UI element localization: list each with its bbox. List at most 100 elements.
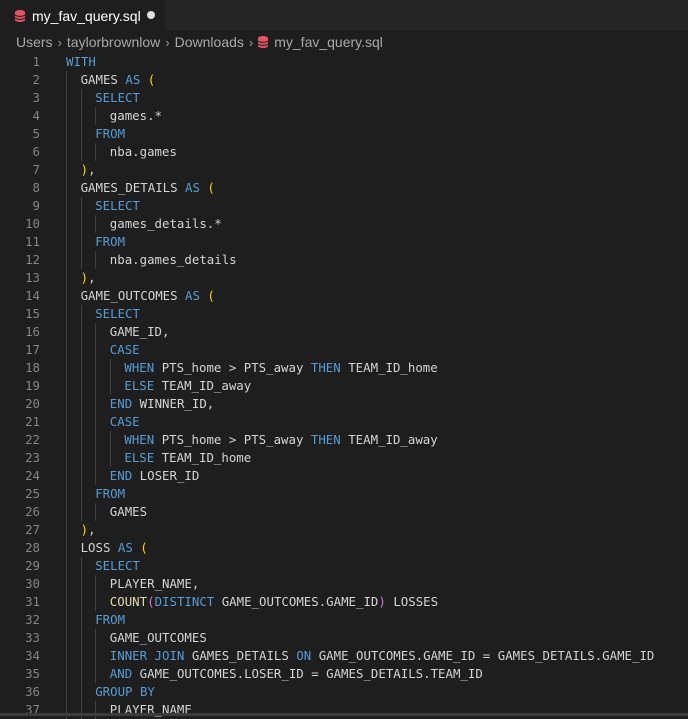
indent-guide [109, 449, 111, 467]
code-line[interactable]: 2 GAMES AS ( [0, 71, 688, 89]
code-token: CASE [109, 414, 140, 429]
code-line[interactable]: 30 PLAYER_NAME, [0, 575, 688, 593]
code-token: GAMES_DETAILS [80, 180, 186, 195]
code-token: GAME_OUTCOMES.GAME_ID = GAMES_DETAILS.GA… [311, 648, 655, 663]
indent-guide [66, 701, 67, 719]
code-line[interactable]: 11 FROM [0, 233, 688, 251]
tab-my-fav-query[interactable]: my_fav_query.sql [0, 0, 165, 30]
breadcrumb-item-users[interactable]: Users [16, 34, 53, 50]
code-line[interactable]: 35 AND GAME_OUTCOMES.LOSER_ID = GAMES_DET… [0, 665, 688, 683]
code-text: PLAYER_NAME [110, 701, 192, 719]
code-line[interactable]: 13), [0, 269, 688, 287]
code-text: COUNT(DISTINCT GAME_OUTCOMES.GAME_ID) LO… [110, 593, 438, 611]
line-number: 33 [25, 630, 40, 645]
code-token: GROUP BY [95, 684, 155, 699]
code-line[interactable]: 17 CASE [0, 341, 688, 359]
code-line[interactable]: 18 WHEN PTS_home > PTS_away THEN TEAM_ID_… [0, 359, 688, 377]
code-text: WHEN PTS_home > PTS_away THEN TEAM_ID_ho… [124, 359, 437, 377]
breadcrumb-item-downloads[interactable]: Downloads [175, 34, 244, 50]
code-token: , [88, 270, 96, 285]
code-line[interactable]: 3 SELECT [0, 89, 688, 107]
line-number: 27 [25, 522, 40, 537]
indent-guide [80, 647, 82, 665]
indent-guide [109, 431, 111, 449]
code-line[interactable]: 33 GAME_OUTCOMES [0, 629, 688, 647]
unsaved-dot-icon[interactable] [147, 11, 155, 19]
code-line[interactable]: 16 GAME_ID, [0, 323, 688, 341]
indent-guide [80, 611, 82, 629]
code-token: END [109, 468, 133, 483]
code-text: LOSS AS ( [81, 539, 148, 557]
indent-guide [66, 485, 67, 503]
code-line[interactable]: 6 nba.games [0, 143, 688, 161]
indent-guide [80, 503, 82, 521]
code-line[interactable]: 8 GAMES_DETAILS AS ( [0, 179, 688, 197]
indent-guide [95, 359, 97, 377]
indent-guide [66, 251, 67, 269]
code-line[interactable]: 12 nba.games_details [0, 251, 688, 269]
code-line[interactable]: 26 GAMES [0, 503, 688, 521]
indent-guide [80, 593, 82, 611]
code-line[interactable]: 7), [0, 161, 688, 179]
code-line[interactable]: 20 END WINNER_ID, [0, 395, 688, 413]
tab-label: my_fav_query.sql [32, 7, 141, 24]
indent-guide [80, 557, 82, 575]
line-number: 35 [25, 666, 40, 681]
code-line[interactable]: 21 CASE [0, 413, 688, 431]
code-line[interactable]: 28 LOSS AS ( [0, 539, 688, 557]
indent-guide [80, 449, 82, 467]
code-text: GAME_OUTCOMES [110, 629, 207, 647]
indent-guide [95, 593, 97, 611]
code-line[interactable]: 27), [0, 521, 688, 539]
code-line[interactable]: 5 FROM [0, 125, 688, 143]
code-token: GAME_OUTCOMES.GAME_ID [214, 594, 379, 609]
code-token: DISTINCT [154, 594, 215, 609]
code-token: ELSE [124, 378, 155, 393]
code-line[interactable]: 1 WITH [0, 53, 688, 71]
code-line[interactable]: 37 PLAYER_NAME [0, 701, 688, 719]
code-token: CASE [109, 342, 140, 357]
code-token: SELECT [95, 558, 140, 573]
code-line[interactable]: 29 SELECT [0, 557, 688, 575]
code-line[interactable]: 31 COUNT(DISTINCT GAME_OUTCOMES.GAME_ID) … [0, 593, 688, 611]
code-line[interactable]: 22 WHEN PTS_home > PTS_away THEN TEAM_ID_… [0, 431, 688, 449]
code-token: INNER JOIN [109, 648, 185, 663]
breadcrumb-item-file[interactable]: my_fav_query.sql [274, 34, 383, 50]
code-line[interactable]: 24 END LOSER_ID [0, 467, 688, 485]
code-line[interactable]: 32 FROM [0, 611, 688, 629]
code-editor[interactable]: 1 WITH 2 GAMES AS (3 SELECT 4 games.* 5 FROM 6 nba… [0, 52, 688, 719]
code-line[interactable]: 25 FROM [0, 485, 688, 503]
indent-guide [66, 179, 67, 197]
code-line[interactable]: 19 ELSE TEAM_ID_away [0, 377, 688, 395]
indent-guide [80, 215, 82, 233]
indent-guide [95, 377, 97, 395]
line-number: 6 [32, 144, 40, 159]
code-token: SELECT [95, 198, 140, 213]
code-line[interactable]: 4 games.* [0, 107, 688, 125]
code-line[interactable]: 10 games_details.* [0, 215, 688, 233]
code-line[interactable]: 23 ELSE TEAM_ID_home [0, 449, 688, 467]
code-text: nba.games_details [110, 251, 237, 269]
code-line[interactable]: 9 SELECT [0, 197, 688, 215]
breadcrumb-item-user[interactable]: taylorbrownlow [67, 34, 160, 50]
indent-guide [80, 377, 82, 395]
indent-guide [66, 269, 67, 287]
code-line[interactable]: 14 GAME_OUTCOMES AS ( [0, 287, 688, 305]
indent-guide [80, 341, 82, 359]
line-number: 23 [25, 450, 40, 465]
indent-guide [80, 431, 82, 449]
code-line[interactable]: 34 INNER JOIN GAMES_DETAILS ON GAME_OUTCO… [0, 647, 688, 665]
indent-guide [66, 449, 67, 467]
line-number: 14 [25, 288, 40, 303]
line-number: 26 [25, 504, 40, 519]
code-token: AS [117, 540, 133, 555]
code-token: ( [147, 594, 155, 609]
indent-guide [95, 431, 97, 449]
line-number: 15 [25, 306, 40, 321]
indent-guide [80, 683, 82, 701]
code-text: CASE [110, 413, 140, 431]
code-line[interactable]: 36 GROUP BY [0, 683, 688, 701]
code-token: WHEN [124, 432, 155, 447]
code-text: games.* [110, 107, 162, 125]
code-line[interactable]: 15 SELECT [0, 305, 688, 323]
